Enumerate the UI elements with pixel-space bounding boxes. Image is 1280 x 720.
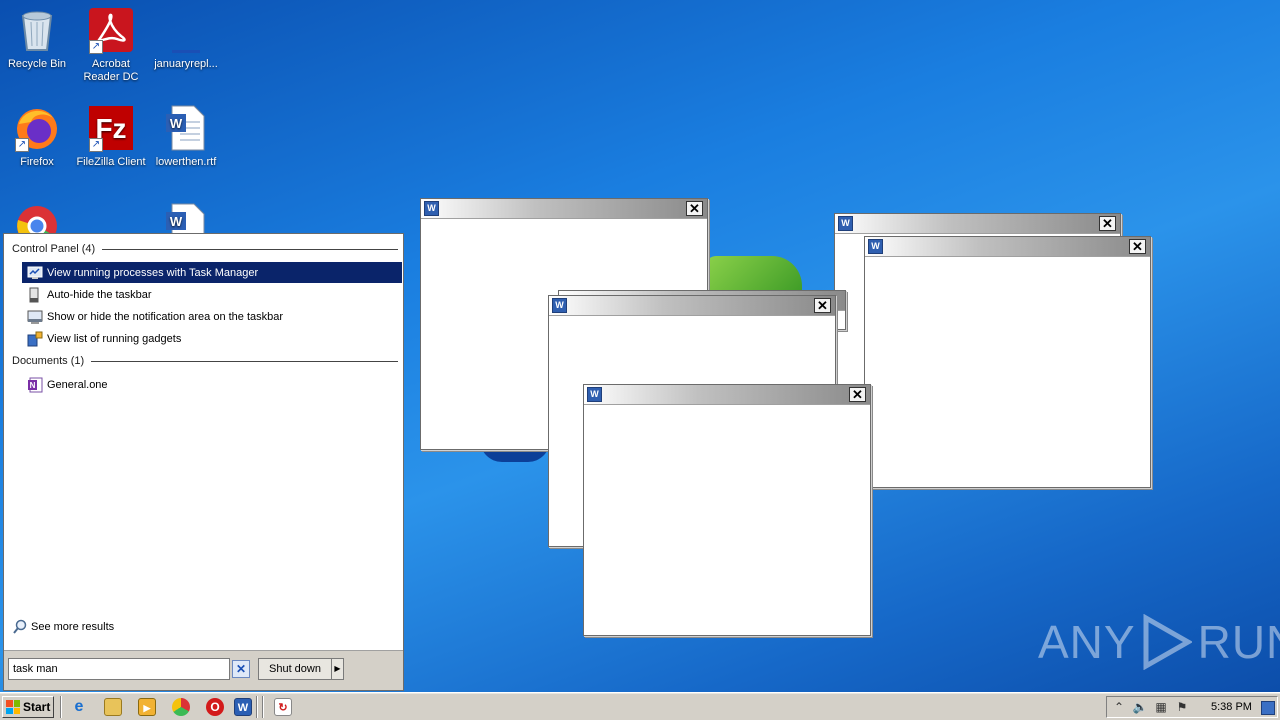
desktop-icon-lowerthen[interactable]: W lowerthen.rtf <box>149 104 223 169</box>
word-icon: W <box>424 201 439 216</box>
gadgets-icon <box>27 331 43 346</box>
window-titlebar[interactable]: W ✕ <box>549 296 835 316</box>
section-header-control-panel: Control Panel (4) <box>12 242 398 256</box>
word-icon: W <box>552 298 567 313</box>
shutdown-options-arrow-icon[interactable]: ▶ <box>332 658 344 680</box>
word-icon: W <box>868 239 883 254</box>
result-auto-hide-taskbar[interactable]: Auto-hide the taskbar <box>22 284 402 305</box>
media-player-icon[interactable]: ▶ <box>138 698 156 716</box>
recycle-bin-icon <box>13 6 61 54</box>
svg-text:N: N <box>30 381 36 390</box>
result-running-gadgets[interactable]: View list of running gadgets <box>22 328 402 349</box>
taskbar-separator <box>262 696 264 718</box>
taskbar: Start e ▶ O W ↻ ⌃ 🔈 ▦ ⚑ 5:38 PM <box>0 692 1280 720</box>
action-center-flag-icon[interactable]: ⚑ <box>1173 700 1191 714</box>
start-menu-bottom-bar: ✕ Shut down ▶ <box>4 650 403 690</box>
search-icon <box>13 619 27 634</box>
clear-search-button[interactable]: ✕ <box>232 660 250 678</box>
taskbar-separator <box>60 696 62 718</box>
svg-text:W: W <box>170 214 183 229</box>
section-header-documents: Documents (1) <box>12 354 398 368</box>
chrome-taskbar-icon[interactable] <box>172 698 190 716</box>
result-notification-area[interactable]: Show or hide the notification area on th… <box>22 306 402 327</box>
word-icon: W <box>587 387 602 402</box>
desktop-icon-firefox[interactable]: ↗ Firefox <box>0 104 74 169</box>
system-tray: ⌃ 🔈 ▦ ⚑ 5:38 PM <box>1106 696 1278 718</box>
network-icon[interactable]: ▦ <box>1152 700 1170 714</box>
desktop-icon-label: FileZilla Client <box>76 156 146 168</box>
search-input[interactable] <box>8 658 230 680</box>
shortcut-arrow-icon: ↗ <box>89 40 103 54</box>
close-button[interactable]: ✕ <box>1129 239 1146 254</box>
play-logo-icon <box>1143 614 1192 670</box>
task-manager-icon <box>27 266 43 279</box>
shortcut-arrow-icon: ↗ <box>89 138 103 152</box>
desktop-icon-label: Recycle Bin <box>7 58 67 70</box>
desktop-icon-label: Acrobat Reader DC <box>83 58 139 83</box>
window-titlebar[interactable]: W ✕ <box>835 214 1120 234</box>
acrobat-icon: ↗ <box>87 6 135 54</box>
filezilla-icon: Fz ↗ <box>87 104 135 152</box>
window-titlebar[interactable]: W ✕ <box>865 237 1150 257</box>
window-titlebar[interactable]: W ✕ <box>584 385 870 405</box>
result-general-one[interactable]: N General.one <box>22 374 402 395</box>
word-taskbar-icon[interactable]: W <box>234 698 252 716</box>
desktop-icon-label: Firefox <box>20 156 54 168</box>
desktop-icon-januaryrepl[interactable]: januaryrepl... <box>149 6 223 71</box>
file-explorer-icon[interactable] <box>104 698 122 716</box>
window-titlebar[interactable]: W ✕ <box>421 199 707 219</box>
start-button[interactable]: Start <box>2 696 54 718</box>
word-icon: W <box>838 216 853 231</box>
clock[interactable]: 5:38 PM <box>1211 701 1252 713</box>
file-icon <box>162 6 210 54</box>
desktop-icon-recycle-bin[interactable]: Recycle Bin <box>0 6 74 71</box>
internet-explorer-icon[interactable]: e <box>70 698 88 716</box>
close-button[interactable]: ✕ <box>1099 216 1116 231</box>
firefox-icon: ↗ <box>13 104 61 152</box>
onenote-icon: N <box>28 377 43 392</box>
desktop-icon-filezilla[interactable]: Fz ↗ FileZilla Client <box>74 104 148 169</box>
volume-icon[interactable]: 🔈 <box>1131 700 1149 714</box>
word-document-icon: W <box>162 104 210 152</box>
close-button[interactable]: ✕ <box>814 298 831 313</box>
close-button[interactable]: ✕ <box>849 387 866 402</box>
shutdown-button[interactable]: Shut down <box>258 658 332 680</box>
see-more-results-link[interactable]: See more results <box>12 619 114 635</box>
anyrun-watermark: ANY RUN <box>1038 614 1280 670</box>
anyrun-taskbar-icon[interactable]: ↻ <box>274 698 292 716</box>
word-window-3[interactable]: W ✕ <box>864 236 1151 488</box>
start-menu: Control Panel (4) View running processes… <box>3 233 404 691</box>
show-desktop-button[interactable] <box>1261 701 1275 715</box>
close-button[interactable]: ✕ <box>686 201 703 216</box>
svg-text:W: W <box>170 116 183 131</box>
desktop-icon-label: januaryrepl... <box>154 58 218 70</box>
word-window-6[interactable]: W ✕ <box>583 384 871 636</box>
show-hidden-icons-icon[interactable]: ⌃ <box>1110 700 1128 714</box>
shortcut-arrow-icon: ↗ <box>15 138 29 152</box>
result-task-manager[interactable]: View running processes with Task Manager <box>22 262 402 283</box>
taskbar-settings-icon <box>29 287 39 302</box>
windows-logo-icon <box>6 700 20 714</box>
taskbar-separator <box>256 696 258 718</box>
desktop-icon-acrobat[interactable]: ↗ Acrobat Reader DC <box>74 6 148 84</box>
notification-area-icon <box>27 310 43 324</box>
desktop-icon-label: lowerthen.rtf <box>155 156 217 168</box>
opera-icon[interactable]: O <box>206 698 224 716</box>
